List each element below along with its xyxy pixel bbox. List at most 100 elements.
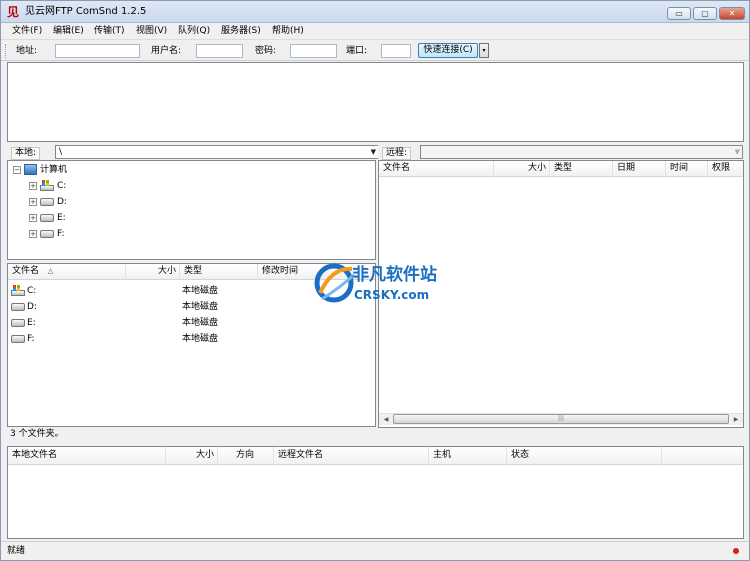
close-button[interactable]: ✕	[719, 7, 745, 20]
column-header-status[interactable]: 状态	[507, 447, 662, 465]
column-header-remote-file[interactable]: 远程文件名	[274, 447, 429, 465]
column-header-direction[interactable]: 方向	[218, 447, 274, 465]
app-icon[interactable]: 见	[6, 5, 20, 19]
column-header-size[interactable]: 大小	[126, 264, 180, 280]
column-header-name[interactable]: 文件名 △	[8, 264, 126, 280]
host-input[interactable]	[55, 44, 140, 58]
scroll-right-icon[interactable]: ▶	[730, 415, 742, 425]
column-header-date[interactable]: 日期	[613, 161, 666, 177]
file-type: 本地磁盘	[182, 286, 219, 296]
system-drive-icon	[11, 285, 25, 296]
remote-path-bar: 远程: ▼	[378, 144, 744, 160]
column-header-type[interactable]: 类型	[550, 161, 613, 177]
local-tree-view[interactable]: − 计算机 + C: + D: + E: + F:	[7, 160, 376, 260]
drive-icon	[40, 229, 54, 238]
tree-item-label: E:	[57, 213, 66, 223]
menu-edit[interactable]: 编辑(E)	[53, 26, 84, 37]
drive-icon	[40, 213, 54, 222]
chevron-down-icon[interactable]: ▼	[735, 146, 740, 158]
column-header-permissions[interactable]: 权限	[708, 161, 743, 177]
toolbar-grip[interactable]	[5, 44, 8, 58]
tree-item-label: 计算机	[40, 165, 68, 175]
queue-header: 本地文件名 大小 方向 远程文件名 主机 状态	[8, 447, 743, 465]
expand-icon[interactable]: +	[29, 197, 37, 206]
system-drive-icon	[40, 180, 54, 191]
menu-server[interactable]: 服务器(S)	[221, 26, 261, 37]
column-header-size[interactable]: 大小	[166, 447, 218, 465]
column-header-size[interactable]: 大小	[494, 161, 550, 177]
menu-help[interactable]: 帮助(H)	[272, 26, 304, 37]
watermark-subtitle: CRSKY.com	[354, 288, 430, 302]
menu-queue[interactable]: 队列(Q)	[178, 26, 210, 37]
password-label: 密码:	[255, 46, 277, 56]
status-bar: 就绪	[1, 541, 749, 560]
app-window: 见 见云网FTP ComSnd 1.2.5 ▭ ▢ ✕ 文件(F) 编辑(E) …	[0, 0, 750, 561]
file-type: 本地磁盘	[182, 334, 219, 344]
quickconnect-bar: 地址: 用户名: 密码: 端口: 快速连接(C) ▾	[1, 41, 749, 61]
watermark-logo: 非凡软件站 CRSKY.com	[314, 259, 442, 309]
file-name: E:	[27, 318, 36, 328]
collapse-icon[interactable]: −	[13, 165, 21, 174]
window-title: 见云网FTP ComSnd 1.2.5	[25, 6, 147, 17]
minimize-button[interactable]: ▭	[667, 7, 691, 20]
username-input[interactable]	[196, 44, 243, 58]
table-row[interactable]: F: 本地磁盘	[8, 331, 375, 347]
title-bar[interactable]: 见 见云网FTP ComSnd 1.2.5 ▭ ▢ ✕	[1, 1, 749, 23]
drive-icon	[11, 319, 25, 327]
connection-indicator-icon	[733, 548, 739, 554]
tree-item-computer[interactable]: − 计算机	[13, 163, 67, 177]
drive-icon	[11, 335, 25, 343]
password-input[interactable]	[290, 44, 337, 58]
menu-file[interactable]: 文件(F)	[12, 26, 42, 37]
quickconnect-dropdown-icon[interactable]: ▾	[479, 43, 489, 58]
scroll-left-icon[interactable]: ◀	[380, 415, 392, 425]
tree-item-label: C:	[57, 181, 67, 191]
computer-icon	[24, 164, 37, 175]
status-text: 就绪	[7, 546, 26, 556]
chevron-down-icon[interactable]: ▼	[371, 146, 376, 158]
file-name: D:	[27, 302, 37, 312]
file-type: 本地磁盘	[182, 302, 219, 312]
local-path-value: \	[59, 147, 63, 157]
column-header-name[interactable]: 文件名	[379, 161, 494, 177]
port-input[interactable]	[381, 44, 411, 58]
transfer-queue[interactable]: 本地文件名 大小 方向 远程文件名 主机 状态	[7, 446, 744, 539]
expand-icon[interactable]: +	[29, 213, 37, 222]
remote-scrollbar-thumb[interactable]: |||	[393, 414, 729, 424]
menu-view[interactable]: 视图(V)	[136, 26, 167, 37]
tree-item-drive-e[interactable]: + E:	[29, 211, 66, 225]
column-header-label: 文件名	[12, 266, 40, 276]
tree-item-label: D:	[57, 197, 67, 207]
file-name: C:	[27, 286, 37, 296]
host-label: 地址:	[16, 46, 38, 56]
tree-item-drive-c[interactable]: + C:	[29, 179, 66, 193]
maximize-button[interactable]: ▢	[693, 7, 717, 20]
expand-icon[interactable]: +	[29, 181, 37, 190]
column-header-host[interactable]: 主机	[429, 447, 507, 465]
file-name: F:	[27, 334, 35, 344]
port-label: 端口:	[346, 46, 368, 56]
message-log[interactable]	[7, 62, 744, 142]
table-row[interactable]: E: 本地磁盘	[8, 315, 375, 331]
sort-ascending-icon: △	[47, 267, 54, 275]
remote-path-combo[interactable]: ▼	[420, 145, 743, 159]
drive-icon	[40, 197, 54, 206]
local-path-combo[interactable]: \ ▼	[55, 145, 379, 159]
tree-item-drive-d[interactable]: + D:	[29, 195, 67, 209]
menu-transfer[interactable]: 传输(T)	[94, 26, 125, 37]
local-status-text: 3 个文件夹。	[7, 427, 376, 441]
tree-item-label: F:	[57, 229, 65, 239]
column-header-time[interactable]: 时间	[666, 161, 708, 177]
quickconnect-button[interactable]: 快速连接(C)	[418, 43, 478, 58]
remote-list-header: 文件名 大小 类型 日期 时间 权限	[379, 161, 743, 177]
local-path-bar: 本地: \ ▼	[7, 144, 379, 160]
column-header-type[interactable]: 类型	[180, 264, 258, 280]
column-header-local-file[interactable]: 本地文件名	[8, 447, 166, 465]
username-label: 用户名:	[151, 46, 182, 56]
tree-item-drive-f[interactable]: + F:	[29, 227, 65, 241]
menu-bar: 文件(F) 编辑(E) 传输(T) 视图(V) 队列(Q) 服务器(S) 帮助(…	[1, 23, 749, 40]
expand-icon[interactable]: +	[29, 229, 37, 238]
watermark-title: 非凡软件站	[352, 265, 437, 285]
local-path-label: 本地:	[11, 147, 41, 160]
remote-path-label: 远程:	[382, 147, 412, 160]
